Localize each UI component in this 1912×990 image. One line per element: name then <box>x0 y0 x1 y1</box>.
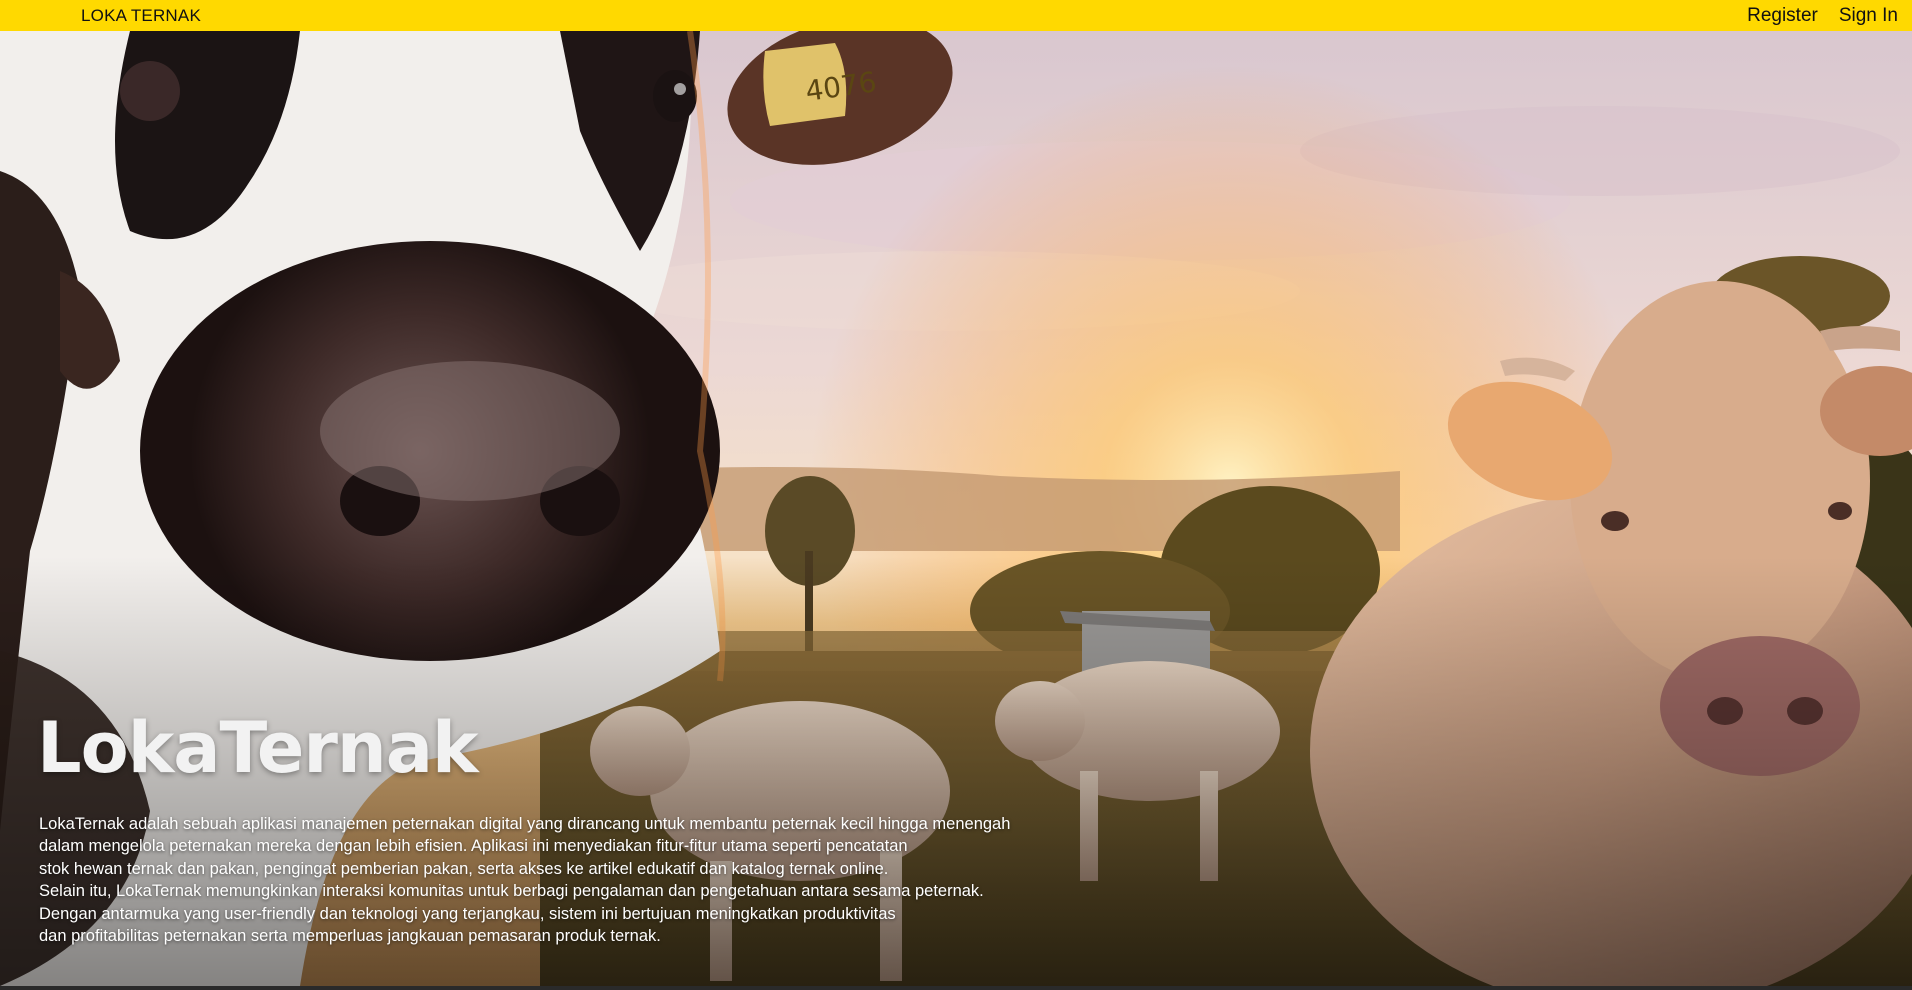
hero-description-line: dalam mengelola peternakan mereka dengan… <box>39 837 908 856</box>
top-navbar: LOKA TERNAK Register Sign In <box>0 0 1912 31</box>
hero-title: LokaTernak <box>37 707 479 789</box>
hero-description-line: stok hewan ternak dan pakan, pengingat p… <box>39 859 889 878</box>
bottom-edge <box>0 986 1912 990</box>
hero-description-line: dan profitabilitas peternakan serta memp… <box>39 927 661 946</box>
brand-logo-text[interactable]: LOKA TERNAK <box>81 6 201 26</box>
hero-description-line: Dengan antarmuka yang user-friendly dan … <box>39 904 896 923</box>
sign-in-link[interactable]: Sign In <box>1839 5 1898 27</box>
hero-section: 4076 LokaTernak LokaTernak adalah sebuah… <box>0 31 1912 986</box>
register-link[interactable]: Register <box>1747 5 1818 27</box>
hero-description-line: LokaTernak adalah sebuah aplikasi manaje… <box>39 815 1011 833</box>
nav-links: Register Sign In <box>1747 5 1898 27</box>
hero-description: LokaTernak adalah sebuah aplikasi manaje… <box>39 813 1199 947</box>
hero-description-line: Selain itu, LokaTernak memungkinkan inte… <box>39 882 984 901</box>
